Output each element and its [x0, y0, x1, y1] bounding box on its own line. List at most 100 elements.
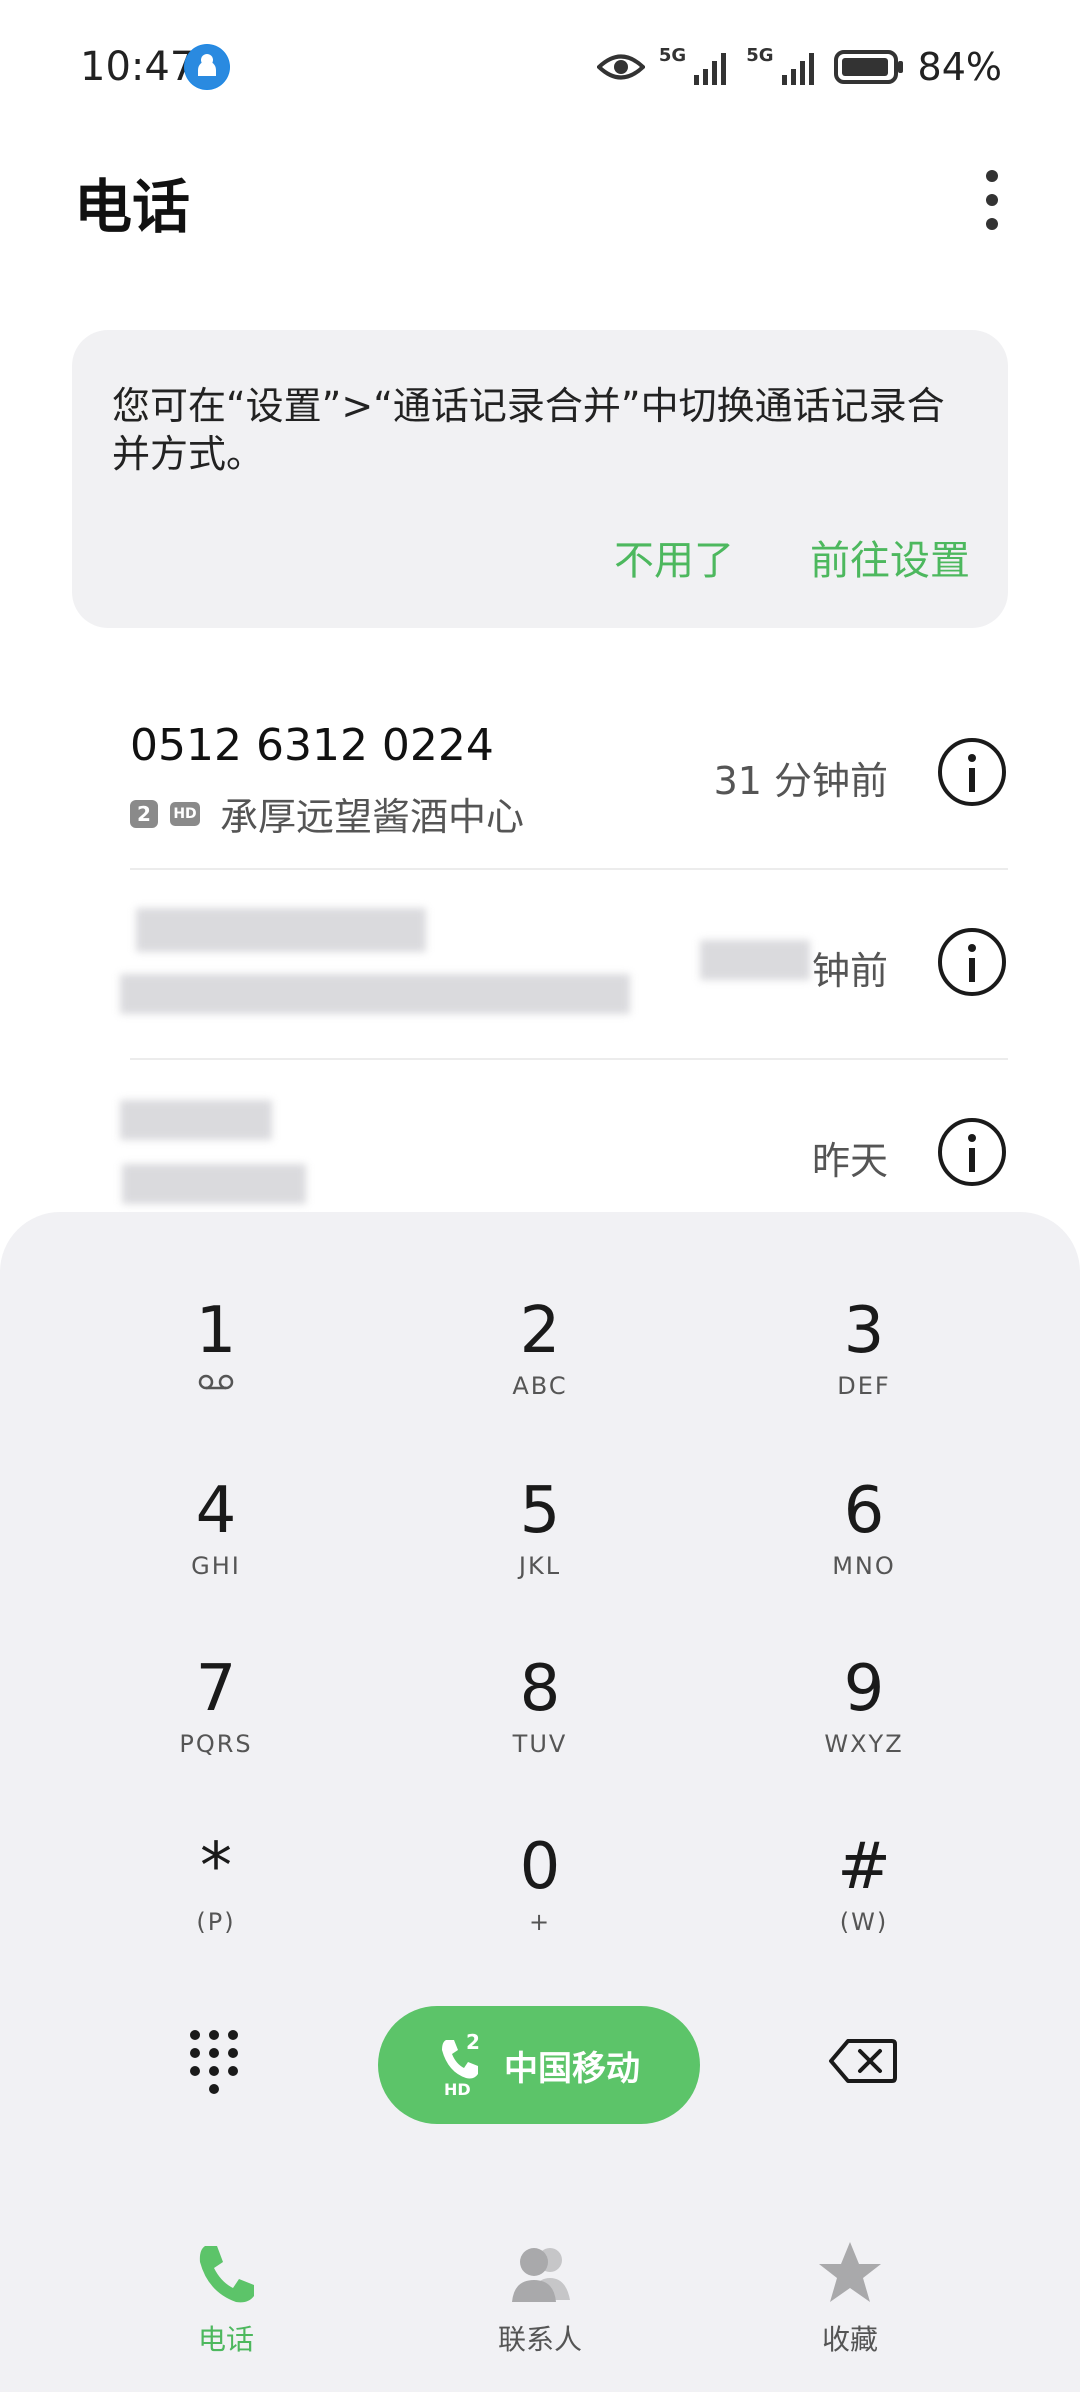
key-letters: (P)	[196, 1908, 236, 1936]
more-dot	[986, 194, 998, 206]
call-number: 0512 6312 0224	[130, 720, 494, 771]
key-digit: 9	[843, 1652, 885, 1726]
more-dot	[986, 218, 998, 230]
grid-dot	[190, 2048, 200, 2058]
go-to-settings-button[interactable]: 前往设置	[810, 528, 970, 586]
dial-key-0[interactable]: 0 +	[440, 1800, 640, 1960]
network-type-1: 5G	[658, 44, 687, 66]
key-digit: 1	[195, 1294, 237, 1368]
sim-badge: 2	[130, 799, 158, 828]
call-time: 钟前	[811, 949, 888, 993]
status-time: 10:47	[80, 44, 196, 90]
battery-level: 84%	[917, 45, 1002, 89]
redacted-location	[122, 1164, 306, 1204]
tip-text: 您可在“设置”>“通话记录合并”中切换通话记录合并方式。	[112, 384, 945, 476]
page-title: 电话	[74, 173, 191, 241]
dial-key-1[interactable]: 1	[116, 1264, 316, 1424]
phone-hd-icon: 2 HD	[438, 2030, 492, 2100]
grid-dot	[228, 2048, 238, 2058]
key-letters: +	[528, 1908, 552, 1936]
eye-icon	[596, 52, 645, 82]
signal-icon	[692, 47, 732, 87]
dial-key-2[interactable]: 2 ABC	[440, 1264, 640, 1424]
more-options-button[interactable]	[972, 160, 1012, 240]
call-time: 31 分钟前	[713, 759, 888, 803]
key-letters: (W)	[839, 1908, 889, 1936]
dismiss-button[interactable]: 不用了	[614, 528, 734, 586]
bottom-navigation: 电话 联系人 收藏	[0, 2220, 1080, 2392]
redacted-number	[136, 908, 426, 952]
call-log-row[interactable]: 钟前	[0, 870, 1080, 1060]
tip-actions: 不用了 前往设置	[614, 528, 970, 586]
key-letters: ABC	[512, 1372, 568, 1400]
grid-dot	[209, 2030, 219, 2040]
carrier-label: 中国移动	[504, 2048, 640, 2089]
key-digit: 2	[519, 1294, 561, 1368]
dial-key-5[interactable]: 5 JKL	[440, 1444, 640, 1604]
key-digit: 8	[519, 1652, 561, 1726]
status-icons: 5G 5G 84%	[596, 44, 1002, 90]
call-hd-label: HD	[444, 2080, 471, 2099]
key-letters: PQRS	[179, 1730, 253, 1758]
nav-label: 收藏	[821, 2323, 878, 2356]
grid-dot	[209, 2066, 219, 2076]
signal-icon	[780, 47, 820, 87]
redacted-number	[120, 1100, 272, 1140]
key-letters: GHI	[191, 1552, 241, 1580]
nav-label: 电话	[197, 2323, 254, 2356]
call-info-button[interactable]	[938, 928, 1006, 996]
dial-key-star[interactable]: * (P)	[116, 1800, 316, 1960]
call-info-button[interactable]	[938, 738, 1006, 806]
call-time: 昨天	[811, 1139, 888, 1183]
redacted-time	[700, 940, 810, 980]
call-button[interactable]: 2 HD 中国移动	[378, 2006, 700, 2124]
nav-tab-favorites[interactable]: 收藏	[750, 2238, 950, 2358]
grid-dot	[228, 2066, 238, 2076]
nav-tab-phone[interactable]: 电话	[126, 2238, 326, 2358]
grid-dot	[190, 2066, 200, 2076]
network-type-2: 5G	[746, 44, 774, 66]
backspace-button[interactable]	[828, 2036, 898, 2086]
key-digit: 5	[519, 1474, 561, 1548]
key-digit: 4	[195, 1474, 237, 1548]
grid-dot	[209, 2048, 219, 2058]
app-notification-icon	[184, 44, 230, 90]
call-details: 2 HD 承厚远望酱酒中心	[130, 786, 524, 841]
dial-key-3[interactable]: 3 DEF	[764, 1264, 964, 1424]
hd-badge: HD	[170, 801, 200, 826]
key-digit: 0	[519, 1830, 561, 1904]
call-sim-number: 2	[466, 2030, 480, 2054]
key-digit: #	[837, 1830, 891, 1904]
key-digit: 6	[843, 1474, 885, 1548]
voicemail-icon	[196, 1372, 236, 1396]
merge-tip-card: 您可在“设置”>“通话记录合并”中切换通话记录合并方式。 不用了 前往设置	[72, 330, 1008, 628]
key-letters: JKL	[518, 1552, 562, 1580]
key-digit: 7	[195, 1652, 237, 1726]
key-letters: TUV	[512, 1730, 568, 1758]
dial-key-9[interactable]: 9 WXYZ	[764, 1622, 964, 1782]
star-icon	[815, 2242, 885, 2312]
phone-icon	[191, 2246, 261, 2312]
dial-key-8[interactable]: 8 TUV	[440, 1622, 640, 1782]
key-digit: 3	[843, 1294, 885, 1368]
key-letters: WXYZ	[824, 1730, 904, 1758]
key-letters: DEF	[837, 1372, 891, 1400]
grid-dot	[228, 2030, 238, 2040]
more-dot	[986, 170, 998, 182]
nav-tab-contacts[interactable]: 联系人	[440, 2238, 640, 2358]
call-info-button[interactable]	[938, 1118, 1006, 1186]
dial-key-hash[interactable]: # (W)	[764, 1800, 964, 1960]
dialpad-toggle-button[interactable]	[176, 2024, 252, 2100]
call-log-row[interactable]: 0512 6312 0224 2 HD 承厚远望酱酒中心 31 分钟前	[0, 680, 1080, 870]
dial-key-7[interactable]: 7 PQRS	[116, 1622, 316, 1782]
key-letters: MNO	[832, 1552, 896, 1580]
call-location: 承厚远望酱酒中心	[220, 795, 525, 839]
battery-icon	[833, 49, 904, 85]
dial-key-6[interactable]: 6 MNO	[764, 1444, 964, 1604]
grid-dot	[209, 2084, 219, 2094]
key-digit: *	[200, 1830, 232, 1904]
dial-key-4[interactable]: 4 GHI	[116, 1444, 316, 1604]
redacted-location	[120, 974, 630, 1014]
status-bar: 10:47 5G 5G 84%	[0, 0, 1080, 140]
grid-dot	[190, 2030, 200, 2040]
